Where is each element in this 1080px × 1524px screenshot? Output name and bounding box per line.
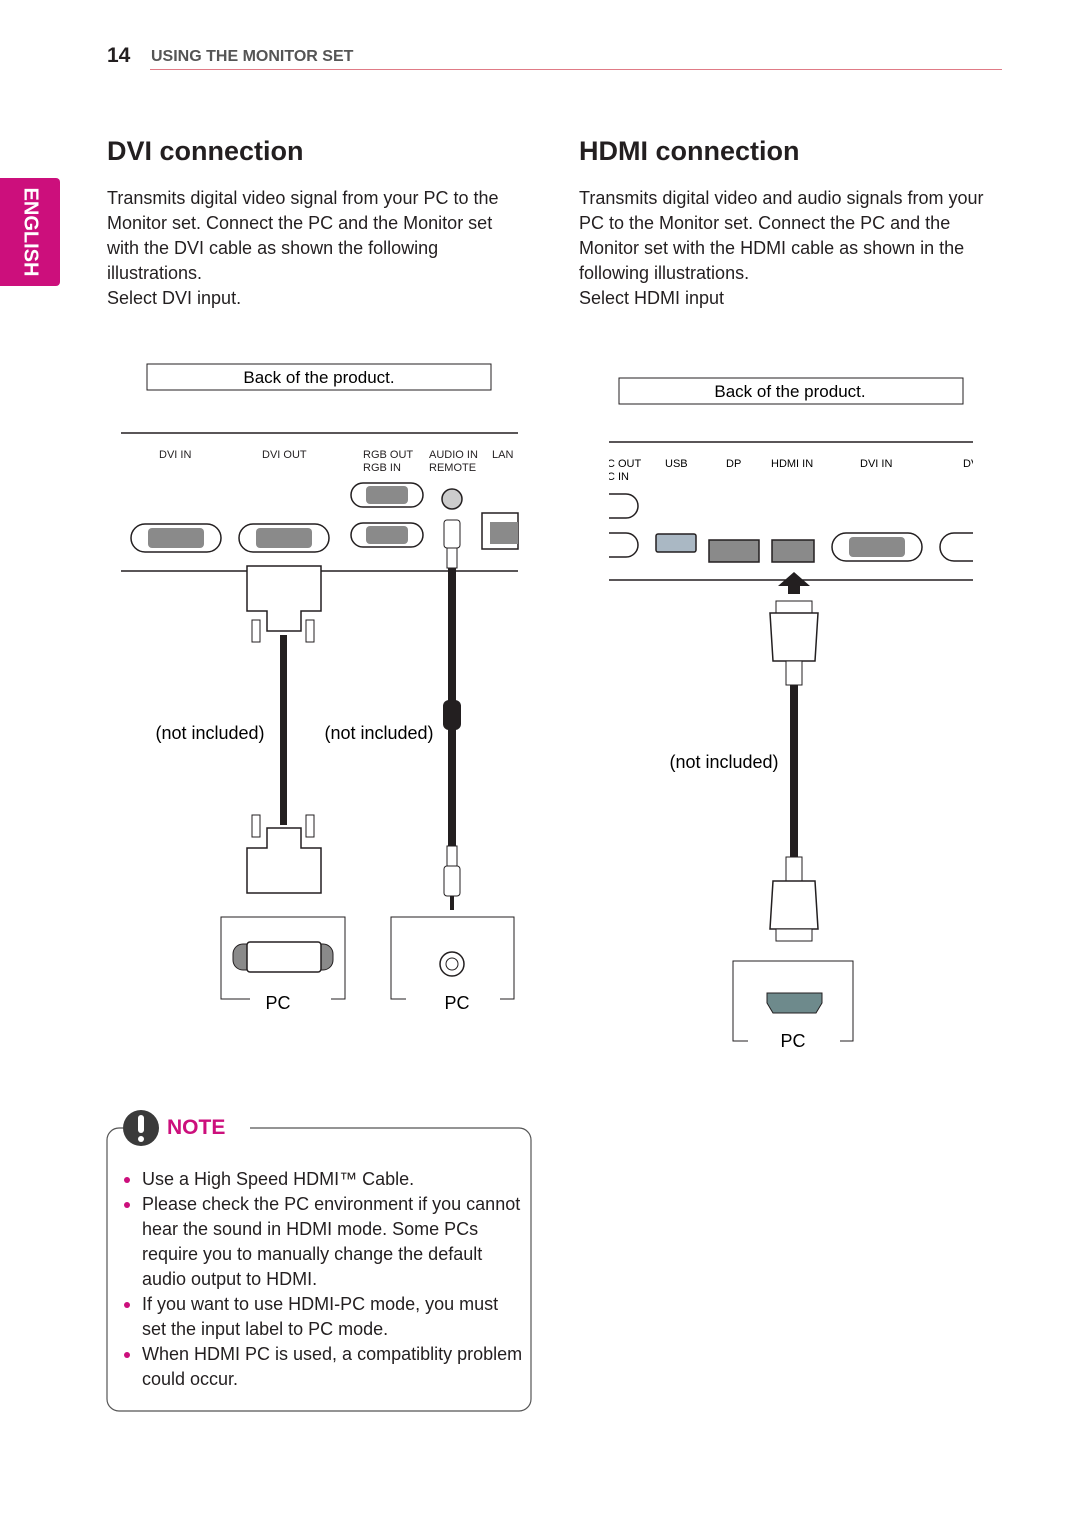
port-label-dvi: DVI: [963, 458, 981, 470]
note-title: NOTE: [167, 1116, 226, 1139]
port-label-audio-in: AUDIO IN: [429, 449, 478, 461]
port-label-dp: DP: [726, 458, 741, 470]
pc-audio-box: PC: [390, 916, 515, 1013]
audio-cable-note: (not included): [324, 723, 433, 743]
pc-label: PC: [444, 993, 469, 1013]
pc-label: PC: [265, 993, 290, 1013]
back-label: Back of the product.: [243, 368, 394, 387]
hdmi-in-port-icon: [771, 539, 815, 563]
note-item: Use a High Speed HDMI™ Cable.: [124, 1167, 524, 1192]
dvi-cable-note: (not included): [155, 723, 264, 743]
hdmi-diagram: Back of the product. C OUT C IN USB DP H…: [607, 377, 981, 1051]
arrow-up-icon: [778, 572, 810, 594]
rgb-in-port-icon: [350, 522, 424, 548]
port-label-remote: REMOTE: [429, 462, 476, 474]
audio-jack-icon: [441, 488, 463, 510]
note-item: When HDMI PC is used, a compatiblity pro…: [124, 1342, 524, 1392]
port-label-hdmi-in: HDMI IN: [771, 458, 813, 470]
dvi-in-port-icon: [130, 523, 222, 553]
back-label: Back of the product.: [714, 382, 865, 401]
rgb-out-port-icon: [350, 482, 424, 508]
port-label-rgb-in: C IN: [607, 471, 629, 483]
port-label-usb: USB: [665, 458, 688, 470]
port-label-lan: LAN: [492, 449, 513, 461]
port-label-rgb-in: RGB IN: [363, 462, 401, 474]
port-label-dvi-in: DVI IN: [159, 449, 191, 461]
pc-hdmi-box: PC: [732, 960, 854, 1051]
port-label-dvi-in: DVI IN: [860, 458, 892, 470]
port-label-rgb-out: RGB OUT: [363, 449, 413, 461]
note-item: If you want to use HDMI-PC mode, you mus…: [124, 1292, 524, 1342]
note-item: Please check the PC environment if you c…: [124, 1192, 524, 1292]
pc-dvi-box: PC: [220, 916, 346, 1013]
hdmi-cable-note: (not included): [669, 752, 778, 772]
dvi-diagram: Back of the product. DVI IN DVI OUT RGB …: [121, 363, 519, 1013]
usb-port-icon: [655, 533, 697, 553]
dvi-out-port-icon: [238, 523, 330, 553]
port-label-dvi-out: DVI OUT: [262, 449, 307, 461]
manual-page: 14 USING THE MONITOR SET ENGLISH DVI con…: [0, 0, 1080, 1524]
port-label-rgb-out: C OUT: [607, 458, 642, 470]
dp-port-icon: [708, 539, 760, 563]
audio-cable-icon: [443, 519, 461, 910]
pc-label: PC: [780, 1031, 805, 1051]
note-list: Use a High Speed HDMI™ Cable. Please che…: [124, 1167, 524, 1392]
